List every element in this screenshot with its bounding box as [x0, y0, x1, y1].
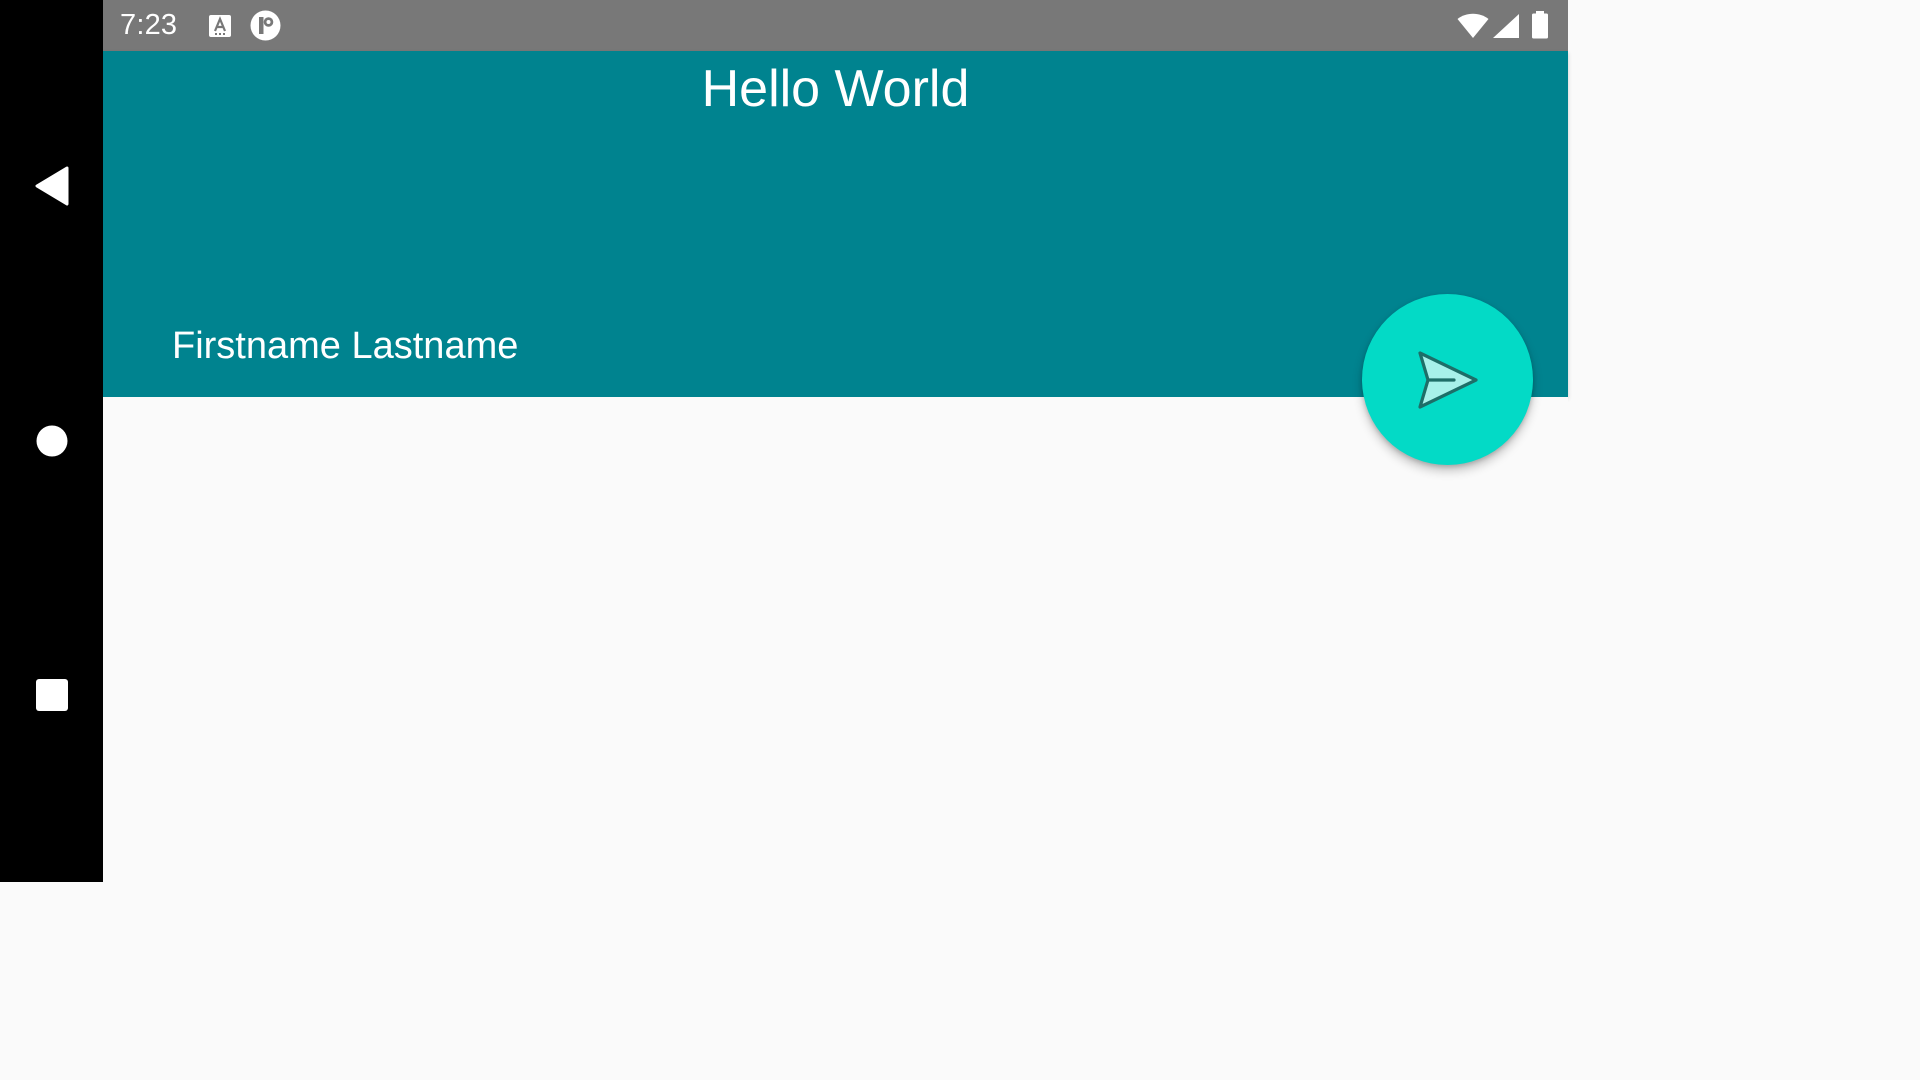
- status-bar: 7:23: [103, 0, 1568, 51]
- user-name: Firstname Lastname: [172, 325, 519, 367]
- send-fab-button[interactable]: [1362, 294, 1533, 465]
- cell-signal-icon: [1492, 13, 1520, 39]
- home-button[interactable]: [0, 401, 103, 481]
- back-button[interactable]: [0, 146, 103, 226]
- recents-button[interactable]: [0, 655, 103, 735]
- status-time: 7:23: [120, 9, 178, 41]
- app-screen: 7:23 Hello World Firstname Lastname: [0, 0, 1568, 882]
- battery-icon: [1531, 11, 1549, 39]
- navigation-bar: [0, 0, 103, 882]
- back-triangle-icon: [35, 166, 68, 206]
- p-circle-icon: [250, 10, 281, 41]
- send-icon: [1417, 350, 1478, 409]
- a-keyboard-icon: [208, 14, 232, 38]
- content-area: [103, 397, 1568, 882]
- header-title: Hello World: [701, 60, 970, 118]
- home-circle-icon: [36, 425, 67, 457]
- wifi-icon: [1457, 13, 1489, 39]
- recents-square-icon: [35, 679, 68, 711]
- header-panel: Hello World Firstname Lastname: [103, 51, 1568, 397]
